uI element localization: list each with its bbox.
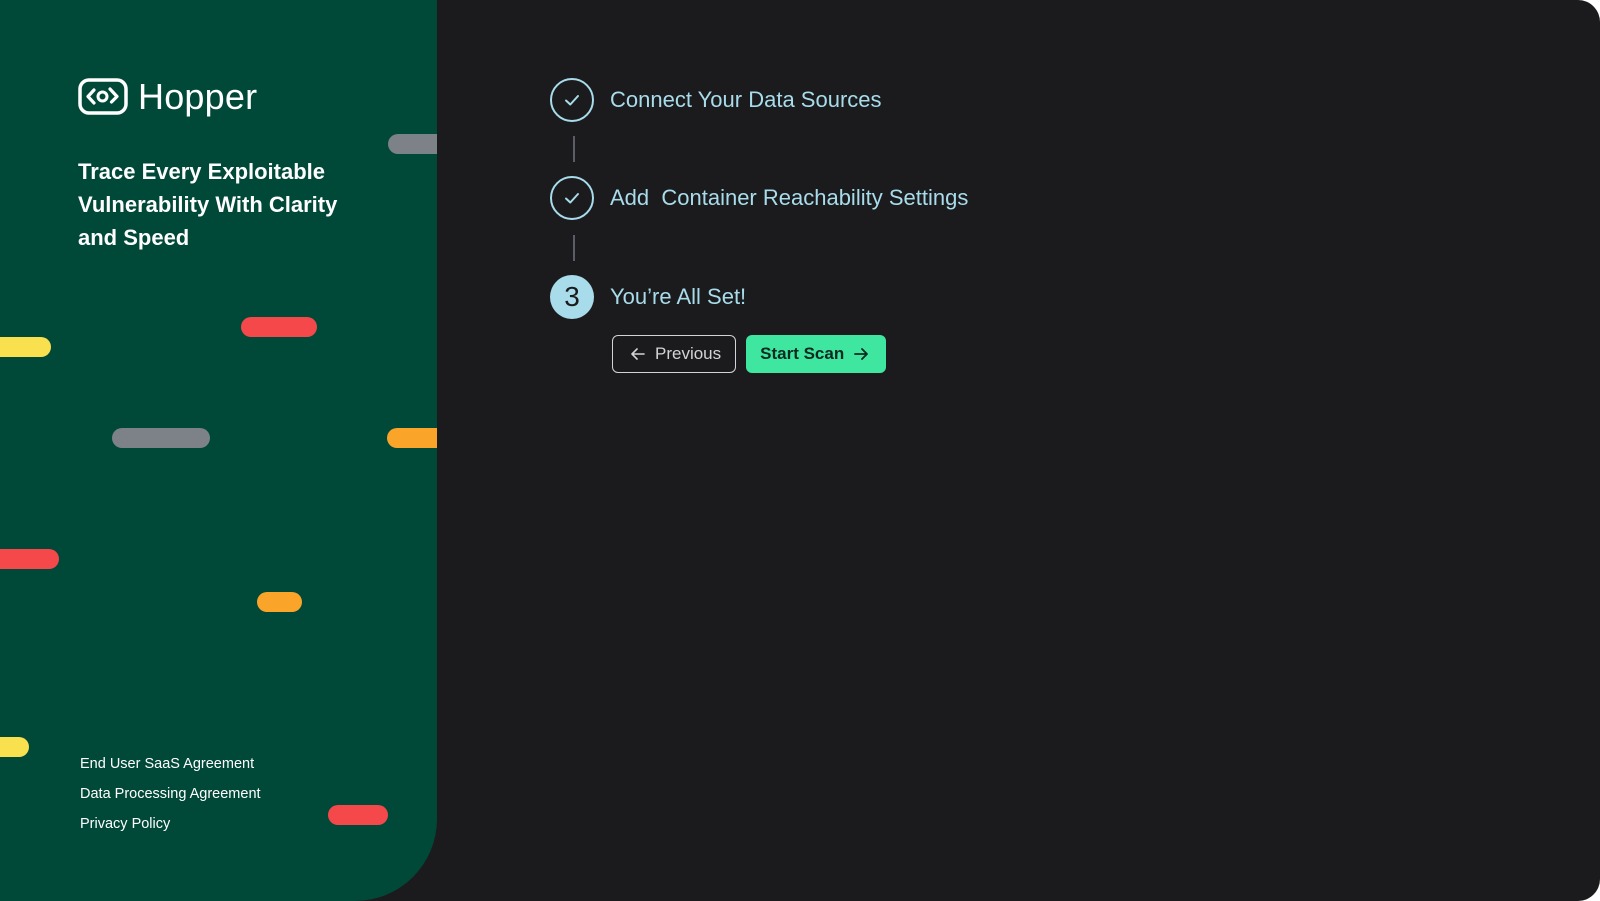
step-container-reachability: Add Container Reachability Settings bbox=[550, 176, 968, 220]
step-complete-indicator bbox=[550, 176, 594, 220]
check-icon bbox=[565, 95, 579, 106]
hopper-logo-icon bbox=[78, 78, 128, 115]
previous-button-label: Previous bbox=[655, 344, 722, 363]
decor-pill-yellow bbox=[0, 337, 51, 357]
brand-name: Hopper bbox=[138, 75, 258, 117]
hopper-logo: Hopper bbox=[78, 78, 257, 115]
step-connect-data-sources: Connect Your Data Sources bbox=[550, 78, 882, 122]
step-all-set: 3 You’re All Set! bbox=[550, 275, 746, 319]
decor-pill-red bbox=[0, 549, 59, 569]
arrow-left-icon bbox=[631, 348, 645, 360]
decor-pill-orange bbox=[387, 428, 437, 448]
footer-links: End User SaaS Agreement Data Processing … bbox=[80, 755, 261, 833]
decor-pill-gray bbox=[388, 134, 437, 154]
app-window: Hopper Trace Every Exploitable Vulnerabi… bbox=[0, 0, 1600, 901]
previous-button[interactable]: Previous bbox=[612, 335, 737, 373]
eula-link[interactable]: End User SaaS Agreement bbox=[80, 755, 261, 773]
step-label: Connect Your Data Sources bbox=[610, 87, 882, 112]
start-scan-button-label: Start Scan bbox=[760, 344, 845, 363]
dpa-link[interactable]: Data Processing Agreement bbox=[80, 785, 261, 803]
step-number: 3 bbox=[564, 281, 580, 312]
tagline: Trace Every Exploitable Vulnerability Wi… bbox=[78, 159, 338, 250]
step-complete-indicator bbox=[550, 78, 594, 122]
step-label: You’re All Set! bbox=[610, 284, 747, 309]
decor-pill-red bbox=[328, 805, 388, 825]
decor-pill-yellow bbox=[0, 737, 29, 757]
brand-panel: Hopper Trace Every Exploitable Vulnerabi… bbox=[0, 0, 437, 901]
step-connector bbox=[573, 235, 575, 261]
check-icon bbox=[565, 193, 579, 204]
decor-pill-red bbox=[241, 317, 317, 337]
step-connector bbox=[573, 136, 575, 162]
step-label: Add Container Reachability Settings bbox=[610, 185, 969, 210]
step-current-indicator: 3 bbox=[550, 275, 594, 319]
privacy-policy-link[interactable]: Privacy Policy bbox=[80, 815, 261, 833]
start-scan-button[interactable]: Start Scan bbox=[746, 335, 887, 373]
decor-pill-gray bbox=[112, 428, 210, 448]
arrow-right-icon bbox=[854, 348, 869, 360]
decor-pill-orange bbox=[257, 592, 302, 612]
step-actions: Previous Start Scan bbox=[612, 335, 887, 373]
